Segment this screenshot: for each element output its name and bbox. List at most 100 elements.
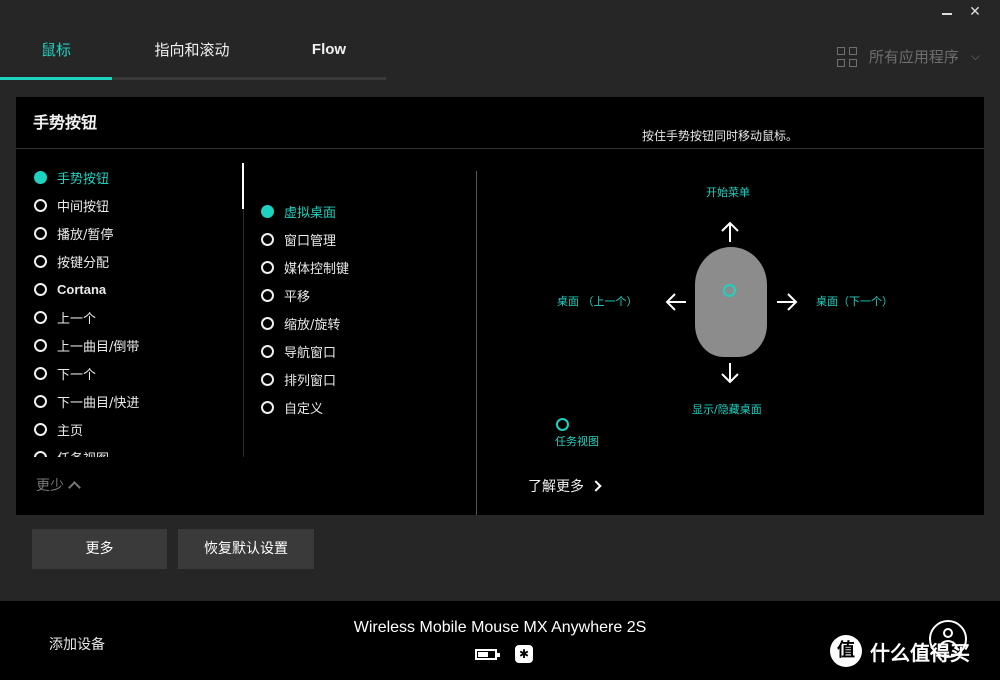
app-grid-icon [836, 46, 857, 67]
list-item-label: 主页 [57, 423, 84, 439]
list-item-label: 中间按钮 [57, 199, 110, 215]
arrow-down-icon [721, 363, 739, 384]
device-footer: 添加设备 Wireless Mobile Mouse MX Anywhere 2… [0, 601, 1000, 680]
battery-icon [475, 648, 500, 660]
section-divider [476, 171, 477, 515]
list-item-previous[interactable]: 上一个 [32, 303, 232, 331]
application-selector[interactable]: 所有应用程序 ⌵ [836, 46, 980, 67]
list-item-window-management[interactable]: 窗口管理 [259, 225, 459, 253]
radio-icon [34, 450, 47, 457]
bluetooth-icon: ✱ [515, 645, 533, 663]
radio-icon [34, 282, 47, 296]
radio-icon [34, 310, 47, 324]
list-item-play-pause[interactable]: 播放/暂停 [32, 219, 232, 247]
list-item-zoom-rotate[interactable]: 缩放/旋转 [259, 309, 459, 337]
radio-icon [34, 226, 47, 240]
account-icon[interactable] [929, 620, 967, 658]
tab-mouse[interactable]: 鼠标 [0, 36, 112, 80]
list-item-cortana[interactable]: Cortana [32, 275, 232, 303]
list-item-label: 缩放/旋转 [284, 317, 341, 333]
learn-more-label: 了解更多 [528, 479, 584, 495]
radio-icon [261, 372, 274, 386]
radio-selected-icon [261, 204, 274, 218]
gesture-up-label: 开始菜单 [706, 186, 750, 199]
list-item-next[interactable]: 下一个 [32, 359, 232, 387]
gesture-click-label: 任务视图 [555, 435, 599, 448]
gesture-button-marker[interactable] [723, 284, 736, 297]
list-item-custom[interactable]: 自定义 [259, 393, 459, 421]
radio-icon [261, 260, 274, 274]
radio-icon [261, 288, 274, 302]
list-item-label: 平移 [284, 289, 311, 305]
mouse-illustration [695, 247, 767, 357]
list-item-label: 窗口管理 [284, 233, 337, 249]
list-item-label: 任务视图 [57, 448, 109, 458]
arrow-up-icon [721, 221, 739, 242]
list-item-label: 上一个 [57, 311, 97, 327]
watermark-badge: 值 [830, 635, 862, 667]
restore-defaults-button[interactable]: 恢复默认设置 [178, 529, 314, 569]
list-item-arrange-windows[interactable]: 排列窗口 [259, 365, 459, 393]
chevron-up-icon [68, 480, 81, 494]
list-item-gesture-button[interactable]: 手势按钮 [32, 163, 232, 191]
list-scrollbar[interactable] [242, 163, 244, 209]
tab-flow[interactable]: Flow [272, 36, 386, 80]
list-item-task-view[interactable]: 任务视图 [32, 443, 232, 457]
radio-icon [34, 394, 47, 408]
list-item-label: 下一曲目/快进 [57, 395, 140, 411]
window-controls: ✕ [940, 4, 982, 20]
list-item-label: 排列窗口 [284, 373, 337, 389]
list-item-label: 手势按钮 [57, 171, 110, 187]
add-device-button[interactable]: 添加设备 [49, 634, 105, 654]
list-item-next-track[interactable]: 下一曲目/快进 [32, 387, 232, 415]
show-less-button[interactable]: 更少 [36, 475, 81, 495]
list-item-middle-button[interactable]: 中间按钮 [32, 191, 232, 219]
tab-mouse-indicator [0, 77, 112, 80]
tab-bar: 鼠标 指向和滚动 Flow [0, 36, 386, 80]
list-item-label: 媒体控制键 [284, 261, 350, 277]
learn-more-link[interactable]: 了解更多 [528, 476, 602, 496]
chevron-right-icon [590, 480, 602, 492]
list-item-label: 播放/暂停 [57, 227, 114, 243]
gesture-mode-list: 虚拟桌面 窗口管理 媒体控制键 平移 缩放/旋转 导航窗口 排列窗口 自定义 [259, 197, 459, 421]
panel-header: 手势按钮 按住手势按钮同时移动鼠标。 [16, 97, 984, 149]
list-item-home[interactable]: 主页 [32, 415, 232, 443]
gesture-right-label: 桌面（下一个） [816, 295, 893, 308]
list-item-keystroke[interactable]: 按键分配 [32, 247, 232, 275]
close-button[interactable]: ✕ [968, 4, 982, 20]
list-item-label: 导航窗口 [284, 345, 337, 361]
radio-icon [261, 344, 274, 358]
list-item-pan[interactable]: 平移 [259, 281, 459, 309]
minimize-button[interactable] [940, 4, 954, 20]
gesture-hint: 按住手势按钮同时移动鼠标。 [642, 129, 799, 143]
tab-point-scroll-indicator [112, 77, 272, 80]
tab-flow-label: Flow [311, 41, 347, 58]
battery-level [478, 651, 488, 657]
gesture-button-panel: 手势按钮 按住手势按钮同时移动鼠标。 手势按钮 中间按钮 播放/暂停 按键分配 … [16, 97, 984, 515]
show-less-label: 更少 [36, 478, 64, 494]
device-status: ✱ [475, 645, 533, 663]
radio-icon [34, 366, 47, 380]
list-item-previous-track[interactable]: 上一曲目/倒带 [32, 331, 232, 359]
radio-icon [34, 422, 47, 436]
radio-icon [261, 400, 274, 414]
application-selector-label: 所有应用程序 [868, 48, 959, 66]
tab-flow-indicator [272, 77, 386, 80]
radio-icon [261, 316, 274, 330]
list-item-navigate-windows[interactable]: 导航窗口 [259, 337, 459, 365]
logitech-options-window: ✕ 鼠标 指向和滚动 Flow 所有应用程序 ⌵ 手势按钮 按住手势按钮同时移动… [0, 0, 1000, 680]
radio-icon [34, 338, 47, 352]
arrow-right-icon [777, 293, 798, 311]
list-item-media-control[interactable]: 媒体控制键 [259, 253, 459, 281]
list-item-virtual-desktop[interactable]: 虚拟桌面 [259, 197, 459, 225]
list-item-label: 虚拟桌面 [284, 205, 337, 221]
list-divider [243, 209, 244, 457]
tab-mouse-label: 鼠标 [40, 41, 71, 59]
minimize-icon [942, 13, 952, 15]
more-button[interactable]: 更多 [32, 529, 167, 569]
radio-icon [34, 198, 47, 212]
tab-point-scroll-label: 指向和滚动 [154, 41, 230, 59]
button-action-list: 手势按钮 中间按钮 播放/暂停 按键分配 Cortana 上一个 上一曲目/倒带… [32, 163, 232, 457]
tab-point-scroll[interactable]: 指向和滚动 [112, 36, 272, 80]
radio-icon [261, 232, 274, 246]
